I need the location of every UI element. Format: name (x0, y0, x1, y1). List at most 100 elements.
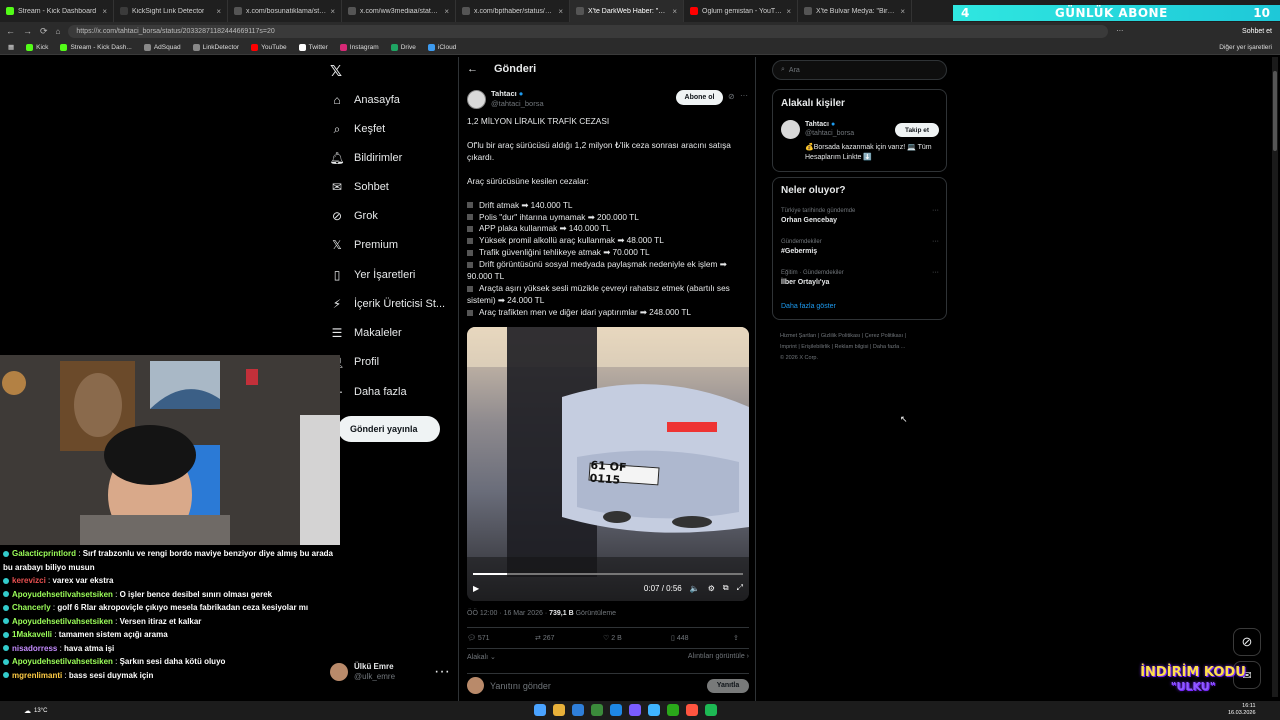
browser-tab[interactable]: Oglum gemistan - YouTube × (684, 0, 798, 22)
browser-tab[interactable]: x.com/bpthaber/status/203330121 × (456, 0, 570, 22)
fullscreen-icon[interactable]: ⤢ (737, 583, 743, 593)
browser-tab[interactable]: KickSight Link Detector × (114, 0, 228, 22)
chat-username[interactable]: Galacticprintlord (12, 549, 76, 558)
nav-item-daha-fazla[interactable]: ⋯Daha fazla (330, 385, 407, 399)
chat-username[interactable]: nisadorress (12, 644, 57, 653)
avatar[interactable] (467, 89, 486, 109)
reply-button[interactable]: Yanıtla (707, 678, 749, 693)
account-switcher[interactable]: Ülkü Emre @ulk_emre ··· (330, 660, 450, 684)
bookmark-item[interactable]: Kick (26, 43, 48, 51)
nav-item-anasayfa[interactable]: ⌂ Anasayfa (330, 93, 400, 107)
home-icon[interactable]: ⌂ (56, 27, 61, 36)
x-logo-icon[interactable]: 𝕏 (330, 62, 342, 80)
system-clock[interactable]: 16:11 16.03.2026 (1228, 703, 1256, 717)
share-icon[interactable]: ⇪ (733, 634, 739, 642)
profile-chat-label[interactable]: Sohbet et (1242, 28, 1272, 35)
tab-close-icon[interactable]: × (216, 7, 221, 16)
more-icon[interactable]: ··· (932, 206, 939, 216)
more-icon[interactable]: ··· (740, 91, 748, 100)
chat-username[interactable]: Apoyudehsetilvahsetsiken (12, 657, 113, 666)
whatsapp-icon[interactable] (667, 704, 679, 716)
bookmark-item[interactable]: Instagram (339, 43, 379, 51)
bookmark-item[interactable]: iCloud (427, 43, 456, 51)
back-icon[interactable]: ← (6, 26, 15, 36)
more-icon[interactable]: ··· (932, 237, 939, 247)
bookmark-action[interactable]: ▯ 448 (671, 634, 733, 642)
related-dropdown[interactable]: Alakalı ⌄ (467, 653, 496, 661)
settings-icon[interactable]: ⚙ (708, 584, 715, 593)
nav-item-keşfet[interactable]: ⌕ Keşfet (330, 122, 386, 136)
other-bookmarks[interactable]: Diğer yer işaretleri (1219, 44, 1272, 51)
pip-icon[interactable]: ⧉ (723, 583, 729, 593)
footer-line-2[interactable]: Imprint | Erişilebilirlik | Reklam bilgi… (780, 342, 906, 353)
bookmark-item[interactable]: YouTube (251, 43, 287, 51)
discord-icon[interactable] (629, 704, 641, 716)
reload-icon[interactable]: ⟳ (40, 26, 48, 37)
browser-tab[interactable]: X'te Bulvar Medya: "Bir site gü × (798, 0, 912, 22)
url-field[interactable]: https://x.com/tahtaci_borsa/status/20332… (68, 24, 1109, 38)
browser-tab[interactable]: x.com/bosunatiklama/status/20333 × (228, 0, 342, 22)
nav-item-grok[interactable]: ⊘ Grok (330, 209, 378, 223)
bookmark-item[interactable]: Stream - Kick Dash... (60, 43, 132, 51)
author-name[interactable]: Tahtacı (491, 89, 517, 98)
extensions-icon[interactable]: ⋯ (1116, 27, 1123, 35)
related-name[interactable]: Tahtacı (805, 121, 829, 128)
more-icon[interactable]: ··· (932, 268, 939, 278)
chrome-icon[interactable] (591, 704, 603, 716)
follow-button[interactable]: Takip et (895, 123, 939, 137)
page-scrollbar[interactable] (1272, 57, 1278, 697)
avatar[interactable] (781, 120, 800, 139)
app-icon[interactable] (686, 704, 698, 716)
trend-item[interactable]: Gündemdekiler #Gebermiş ··· (781, 237, 939, 257)
telegram-icon[interactable] (648, 704, 660, 716)
repost-action[interactable]: ⇄ 267 (535, 634, 603, 642)
show-more-link[interactable]: Daha fazla göster (781, 303, 836, 310)
browser-tab[interactable]: X'te DarkWeb Haber: "Katy Perry, × (570, 0, 684, 22)
chat-username[interactable]: Apoyudehsetilvahsetsiken (12, 590, 113, 599)
subscribe-button[interactable]: Abone ol (676, 90, 723, 105)
edge-icon[interactable] (572, 704, 584, 716)
chat-username[interactable]: Apoyudehsetilvahsetsiken (12, 617, 113, 626)
bookmark-item[interactable]: Twitter (298, 43, 328, 51)
nav-item-yer-i-şaretleri[interactable]: ▯ Yer İşaretleri (330, 268, 416, 282)
tab-close-icon[interactable]: × (900, 7, 905, 16)
chat-username[interactable]: 1Makavelli (12, 630, 52, 639)
tab-close-icon[interactable]: × (558, 7, 563, 16)
trend-item[interactable]: Türkiye tarihinde gündemde Orhan Gencebay… (781, 206, 939, 226)
steam-icon[interactable] (610, 704, 622, 716)
nav-item-i-çerik-üreticisi-st-[interactable]: ⚡︎ İçerik Üreticisi St... (330, 297, 445, 311)
apps-grid-icon[interactable]: ▦ (8, 43, 14, 51)
back-arrow-icon[interactable]: ← (467, 63, 478, 75)
footer-line-1[interactable]: Hizmet Şartları | Gizlilik Politikası | … (780, 331, 906, 342)
tab-close-icon[interactable]: × (102, 7, 107, 16)
tab-close-icon[interactable]: × (672, 7, 677, 16)
file-explorer-icon[interactable] (553, 704, 565, 716)
chat-username[interactable]: mgrenlimanti (12, 671, 62, 680)
reply-input[interactable]: Yanıtını gönder (490, 681, 551, 691)
spotify-icon[interactable] (705, 704, 717, 716)
browser-tab[interactable]: x.com/ww3mediaa/status/20335× (342, 0, 456, 22)
nav-item-premium[interactable]: 𝕏 Premium (330, 238, 398, 252)
volume-icon[interactable]: 🔈 (690, 584, 700, 593)
scrollbar-thumb[interactable] (1273, 71, 1277, 151)
nav-item-makaleler[interactable]: ☰ Makaleler (330, 326, 402, 340)
video-progress-track[interactable] (473, 573, 743, 575)
bookmark-item[interactable]: AdSquad (143, 43, 181, 51)
browser-tab[interactable]: Stream - Kick Dashboard × (0, 0, 114, 22)
nav-item-bildirimler[interactable]: 🔔︎ Bildirimler (329, 151, 402, 165)
search-input[interactable]: ⌕ Ara (772, 60, 947, 80)
grok-float-button[interactable]: ⊘ (1233, 628, 1261, 656)
post-button[interactable]: Gönderi yayınla (338, 416, 440, 442)
video-player[interactable]: 61 OF 0115 ▶ 0:07 / 0:56 🔈 ⚙ ⧉ ⤢ (467, 327, 749, 601)
bookmark-item[interactable]: LinkDetector (192, 43, 239, 51)
like-action[interactable]: ♡ 2 B (603, 634, 671, 642)
bookmark-item[interactable]: Drive (390, 43, 416, 51)
chat-username[interactable]: kerevizci (12, 576, 46, 585)
nav-item-sohbet[interactable]: ✉ Sohbet (330, 180, 389, 194)
windows-start-icon[interactable] (534, 704, 546, 716)
tab-close-icon[interactable]: × (444, 7, 449, 16)
forward-icon[interactable]: → (23, 26, 32, 36)
trend-item[interactable]: Eğitim · Gündemdekiler İlber Ortaylı'ya ··… (781, 268, 939, 288)
tab-close-icon[interactable]: × (786, 7, 791, 16)
weather-temp[interactable]: 13°C (34, 708, 47, 714)
